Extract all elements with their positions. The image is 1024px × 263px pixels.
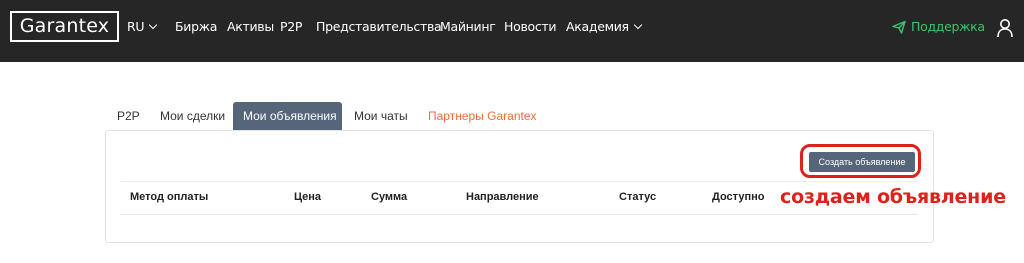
garantex-logo[interactable]: Garantex (10, 11, 119, 42)
tab-garantex-partners[interactable]: Партнеры Garantex (418, 102, 547, 130)
user-icon[interactable] (996, 18, 1014, 38)
create-ad-button[interactable]: Создать объявление (809, 152, 915, 172)
column-status: Статус (619, 191, 657, 203)
tab-my-ads[interactable]: Мои объявления (233, 102, 342, 130)
nav-birzha[interactable]: Биржа (175, 19, 217, 35)
column-direction: Направление (466, 191, 539, 203)
support-link[interactable]: Поддержка (911, 19, 985, 35)
nav-akademiya-label: Академия (566, 19, 629, 34)
paper-plane-icon (892, 20, 906, 34)
tab-my-deals[interactable]: Мои сделки (150, 102, 235, 130)
top-navigation-bar: Garantex RU Биржа Активы P2P Представите… (0, 0, 1024, 62)
column-available: Доступно (712, 191, 765, 203)
nav-novosti[interactable]: Новости (504, 19, 557, 35)
chevron-down-icon (633, 20, 643, 30)
nav-predstavitelstva[interactable]: Представительства (316, 19, 442, 35)
column-amount: Сумма (371, 191, 408, 203)
column-price: Цена (294, 191, 322, 203)
language-selector[interactable]: RU (127, 19, 158, 35)
annotation-text: создаем объявление (780, 186, 1006, 208)
nav-aktivy[interactable]: Активы (227, 19, 274, 35)
chevron-down-icon (149, 20, 158, 30)
nav-p2p[interactable]: P2P (280, 19, 302, 35)
column-payment-method: Метод оплаты (130, 191, 209, 203)
tab-p2p[interactable]: P2P (107, 102, 150, 130)
tab-my-chats[interactable]: Мои чаты (344, 102, 418, 130)
divider (121, 181, 918, 182)
language-label: RU (127, 19, 145, 34)
nav-mayning[interactable]: Майнинг (440, 19, 496, 35)
nav-akademiya[interactable]: Академия (566, 19, 643, 35)
table-divider (121, 214, 918, 215)
